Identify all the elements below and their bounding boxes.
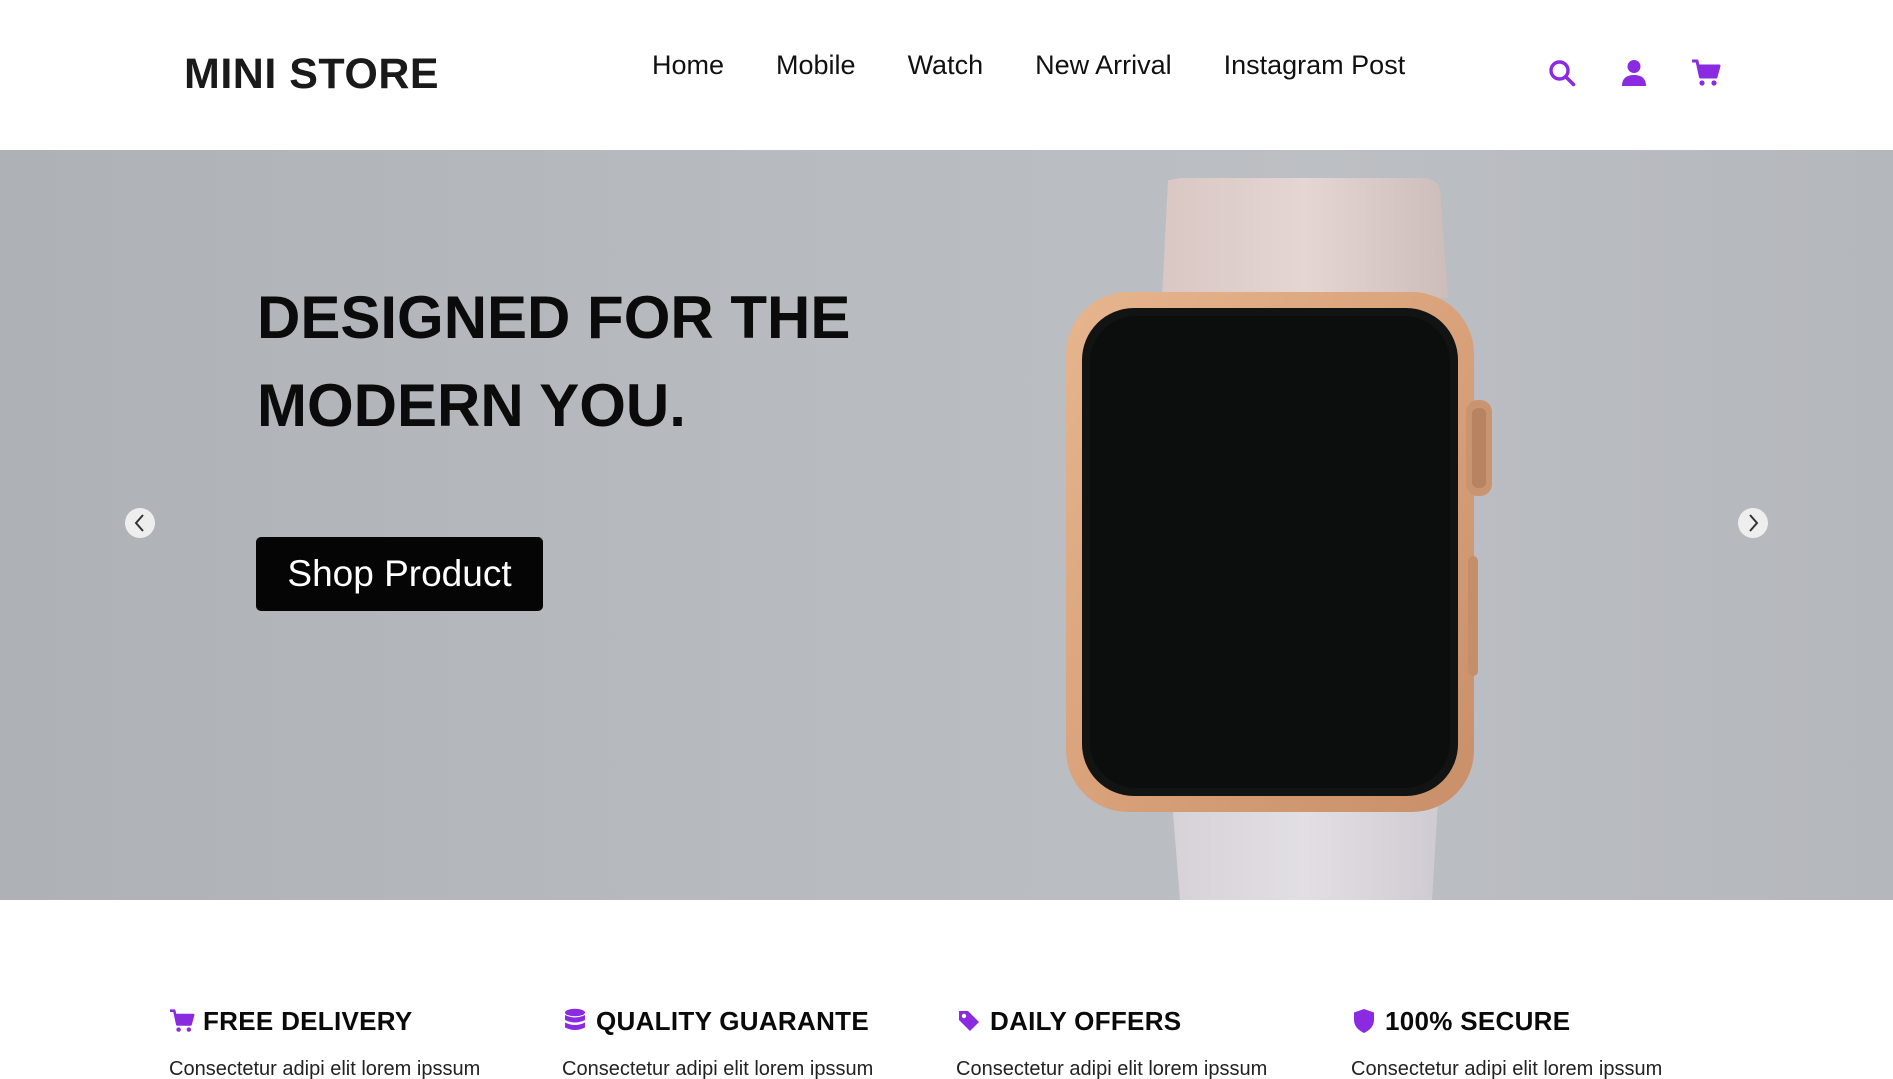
hero-banner: DESIGNED FOR THE MODERN YOU. Shop Produc… [0,150,1893,900]
chevron-right-icon [1749,514,1759,532]
feature-text: Consectetur adipi elit lorem ipssum [562,1058,874,1079]
nav-new-arrival[interactable]: New Arrival [1035,50,1172,81]
nav-mobile[interactable]: Mobile [776,50,856,81]
main-nav: Home Mobile Watch New Arrival Instagram … [652,50,1405,81]
header-icons [1545,56,1723,90]
hero-title-line-2: MODERN YOU. [257,372,686,439]
hero-watch-image [1066,178,1492,900]
feature-100-secure: 100% SECURE Consectetur adipi elit lorem… [1351,1004,1731,1079]
nav-home[interactable]: Home [652,50,724,81]
site-logo[interactable]: MINI STORE [184,50,439,99]
nav-instagram-post[interactable]: Instagram Post [1224,50,1406,81]
feature-title: QUALITY GUARANTE [596,1005,869,1036]
carousel-next-button[interactable] [1738,508,1768,538]
feature-text: Consectetur adipi elit lorem ipssum [1351,1058,1663,1079]
search-icon[interactable] [1545,56,1579,90]
feature-text: Consectetur adipi elit lorem ipssum [956,1058,1268,1079]
feature-free-delivery: FREE DELIVERY Consectetur adipi elit lor… [169,1004,549,1079]
user-icon[interactable] [1617,56,1651,90]
hero-title-line-1: DESIGNED FOR THE [257,284,851,351]
chevron-left-icon [134,514,144,532]
feature-title: 100% SECURE [1385,1005,1571,1036]
nav-watch[interactable]: Watch [908,50,984,81]
feature-title: FREE DELIVERY [203,1005,413,1036]
shield-icon [1351,1008,1377,1034]
database-icon [562,1008,588,1034]
site-header: MINI STORE Home Mobile Watch New Arrival… [0,0,1893,150]
carousel-prev-button[interactable] [125,508,155,538]
feature-quality-guarante: QUALITY GUARANTE Consectetur adipi elit … [562,1004,942,1079]
hero-title: DESIGNED FOR THE MODERN YOU. [257,274,957,450]
features-section: FREE DELIVERY Consectetur adipi elit lor… [0,900,1893,1079]
cart-icon[interactable] [1689,56,1723,90]
feature-daily-offers: DAILY OFFERS Consectetur adipi elit lore… [956,1004,1336,1079]
cart-icon [169,1008,195,1034]
shop-product-button[interactable]: Shop Product [256,537,543,611]
feature-title: DAILY OFFERS [990,1005,1182,1036]
feature-text: Consectetur adipi elit lorem ipssum [169,1058,481,1079]
tag-icon [956,1008,982,1034]
